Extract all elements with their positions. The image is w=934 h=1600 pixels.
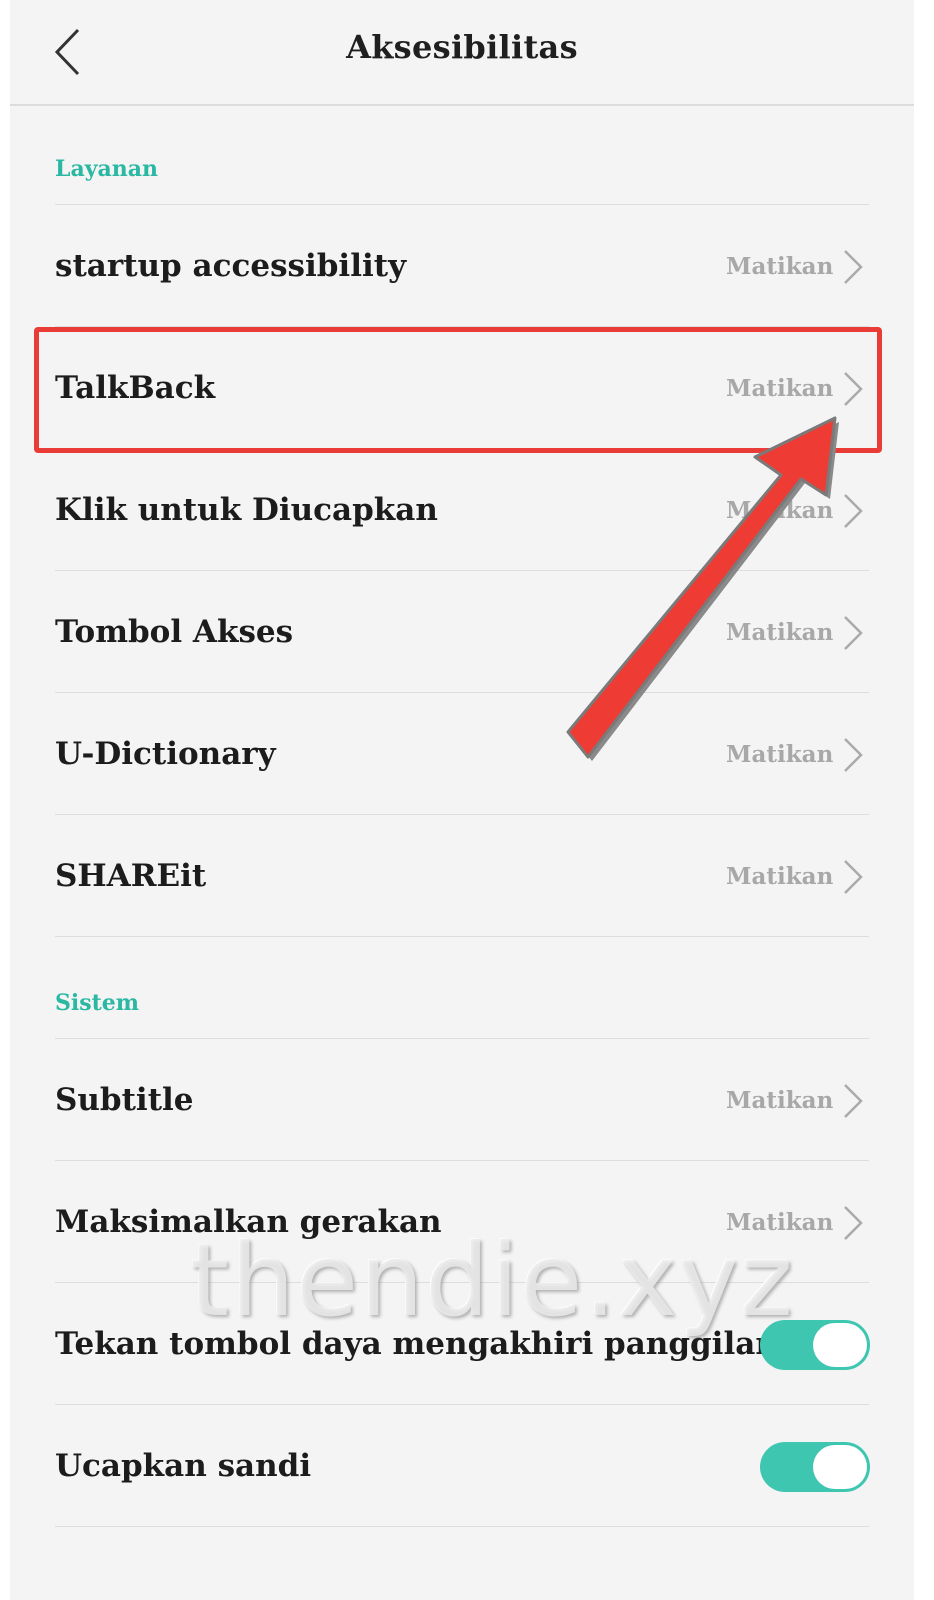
section-label-layanan: Layanan bbox=[55, 156, 159, 182]
list-item-power-button-ends-call: Tekan tombol daya mengakhiri panggilan bbox=[10, 1284, 914, 1405]
chevron-right-icon bbox=[844, 1084, 863, 1118]
power-button-ends-call-toggle[interactable] bbox=[760, 1320, 870, 1370]
list-item-subtitle[interactable]: Subtitle Matikan bbox=[10, 1040, 914, 1161]
item-label: U-Dictionary bbox=[55, 736, 276, 772]
divider bbox=[55, 1404, 869, 1405]
item-label: startup accessibility bbox=[55, 248, 407, 284]
divider bbox=[55, 1282, 869, 1283]
divider bbox=[55, 936, 869, 937]
section-label-sistem: Sistem bbox=[55, 990, 140, 1016]
list-item-ucapkan-sandi: Ucapkan sandi bbox=[10, 1406, 914, 1527]
item-label: Klik untuk Diucapkan bbox=[55, 492, 438, 528]
item-label: SHAREit bbox=[55, 858, 207, 894]
chevron-right-icon bbox=[844, 494, 863, 528]
divider bbox=[55, 570, 869, 571]
accessibility-screen: Aksesibilitas Layanan startup accessibil… bbox=[10, 0, 914, 1600]
item-label: Tombol Akses bbox=[55, 614, 294, 650]
chevron-right-icon bbox=[844, 1206, 863, 1240]
item-status: Matikan bbox=[726, 1087, 834, 1114]
divider bbox=[55, 1038, 869, 1039]
page-title: Aksesibilitas bbox=[346, 28, 578, 66]
item-label: Ucapkan sandi bbox=[55, 1448, 312, 1484]
item-label: TalkBack bbox=[55, 370, 216, 406]
list-item-startup-accessibility[interactable]: startup accessibility Matikan bbox=[10, 206, 914, 327]
divider bbox=[55, 814, 869, 815]
divider bbox=[55, 1160, 869, 1161]
speak-password-toggle[interactable] bbox=[760, 1442, 870, 1492]
header: Aksesibilitas bbox=[10, 0, 914, 106]
chevron-right-icon bbox=[844, 616, 863, 650]
item-status: Matikan bbox=[726, 1209, 834, 1236]
item-status: Matikan bbox=[726, 375, 834, 402]
list-item-u-dictionary[interactable]: U-Dictionary Matikan bbox=[10, 694, 914, 815]
chevron-right-icon bbox=[844, 860, 863, 894]
item-status: Matikan bbox=[726, 863, 834, 890]
list-item-shareit[interactable]: SHAREit Matikan bbox=[10, 816, 914, 937]
item-label: Tekan tombol daya mengakhiri panggilan bbox=[55, 1326, 778, 1362]
toggle-knob bbox=[813, 1323, 867, 1367]
item-status: Matikan bbox=[726, 619, 834, 646]
item-label: Subtitle bbox=[55, 1082, 194, 1118]
list-item-klik-untuk-diucapkan[interactable]: Klik untuk Diucapkan Matikan bbox=[10, 450, 914, 571]
list-item-maksimalkan-gerakan[interactable]: Maksimalkan gerakan Matikan bbox=[10, 1162, 914, 1283]
divider bbox=[55, 204, 869, 205]
divider bbox=[55, 692, 869, 693]
list-item-tombol-akses[interactable]: Tombol Akses Matikan bbox=[10, 572, 914, 693]
item-status: Matikan bbox=[726, 741, 834, 768]
chevron-right-icon bbox=[844, 250, 863, 284]
divider bbox=[55, 326, 869, 327]
list-item-talkback[interactable]: TalkBack Matikan bbox=[10, 328, 914, 449]
item-label: Maksimalkan gerakan bbox=[55, 1204, 442, 1240]
toggle-knob bbox=[813, 1445, 867, 1489]
chevron-right-icon bbox=[844, 372, 863, 406]
item-status: Matikan bbox=[726, 253, 834, 280]
item-status: Matikan bbox=[726, 497, 834, 524]
divider bbox=[55, 448, 869, 449]
divider bbox=[55, 1526, 869, 1527]
chevron-right-icon bbox=[844, 738, 863, 772]
